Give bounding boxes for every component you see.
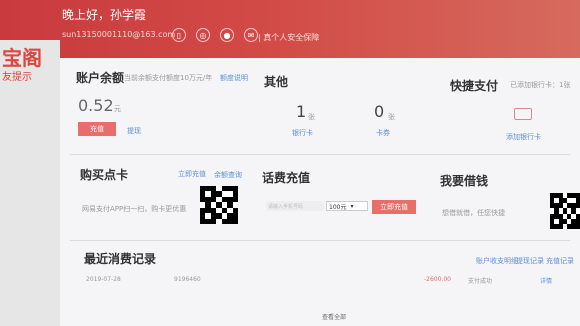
balance-query-link[interactable]: 余额查询: [214, 170, 242, 180]
shield-icon[interactable]: ◎: [196, 28, 210, 42]
points-card-title: 购买点卡: [80, 168, 129, 182]
lock-icon[interactable]: ●: [220, 28, 234, 42]
amount-select[interactable]: 100元 ▾: [326, 201, 368, 211]
divider: [70, 240, 570, 241]
coupon-unit: 张: [388, 113, 395, 121]
records-link-1[interactable]: 账户收支明细: [476, 256, 518, 266]
points-desc: 网易支付APP扫一扫，购卡更优惠: [82, 205, 187, 213]
quota-link[interactable]: 额度说明: [220, 73, 248, 83]
row-status: 支付成功: [468, 278, 493, 285]
amount-value: 100元: [329, 203, 347, 211]
user-email: sun13150001110@163.com: [62, 30, 176, 39]
main-panel: [60, 58, 580, 326]
balance-unit: 元: [114, 105, 121, 113]
qr-code-icon: [200, 186, 238, 224]
header-bar: 晚上好，孙学霞 sun13150001110@163.com ▯ ◎ ● ✉ |…: [0, 0, 580, 58]
bank-unit: 张: [308, 113, 315, 121]
records-title: 最近消费记录: [84, 252, 157, 266]
withdraw-link[interactable]: 提现: [127, 126, 141, 136]
divider: [70, 154, 570, 155]
quick-pay-title: 快捷支付: [450, 79, 499, 93]
bank-count: 1: [296, 102, 307, 121]
charge-now-link[interactable]: 立即充值: [178, 169, 206, 179]
logo: 宝阁: [2, 46, 42, 70]
chevron-down-icon: ▾: [350, 202, 354, 210]
phone-recharge-title: 话费充值: [262, 171, 311, 185]
row-amount: -2600.00: [424, 276, 451, 283]
records-link-2[interactable]: 提现记录: [516, 256, 544, 266]
borrow-desc: 想借就借，任您快捷: [442, 209, 505, 217]
balance-note: 当前余额支付额度10万元/年: [124, 74, 213, 82]
phone-icon[interactable]: ▯: [172, 28, 186, 42]
records-link-3[interactable]: 充值记录: [546, 256, 574, 266]
balance-title: 账户余额: [76, 71, 125, 85]
phone-number-input[interactable]: 请输入手机号码: [266, 201, 324, 211]
row-date: 2019-07-28: [86, 276, 121, 283]
security-label: | 真个人安全保障: [258, 33, 320, 42]
quick-pay-note: 已添加银行卡：1张: [510, 81, 571, 89]
charge-button[interactable]: 立即充值: [372, 200, 416, 214]
header-icons: ▯ ◎ ● ✉: [172, 28, 258, 42]
row-id: 9196460: [174, 276, 201, 283]
greeting: 晚上好，孙学霞: [62, 8, 147, 22]
key-icon[interactable]: ✉: [244, 28, 258, 42]
other-title: 其他: [264, 75, 289, 89]
coupon-link[interactable]: 卡券: [376, 128, 390, 138]
card-icon: [514, 108, 532, 120]
bank-card-link[interactable]: 银行卡: [292, 128, 313, 138]
logo-subtitle: 友提示: [2, 72, 32, 83]
row-detail-link[interactable]: 详情: [540, 276, 552, 285]
add-card-link[interactable]: 添加银行卡: [506, 132, 541, 142]
coupon-count: 0: [374, 102, 385, 121]
borrow-title: 我要借钱: [440, 174, 489, 188]
balance-amount: 0.52: [78, 96, 114, 115]
view-all-link[interactable]: 查看全部: [322, 312, 346, 321]
qr-code-icon: [550, 193, 580, 229]
recharge-button[interactable]: 充值: [78, 122, 116, 136]
